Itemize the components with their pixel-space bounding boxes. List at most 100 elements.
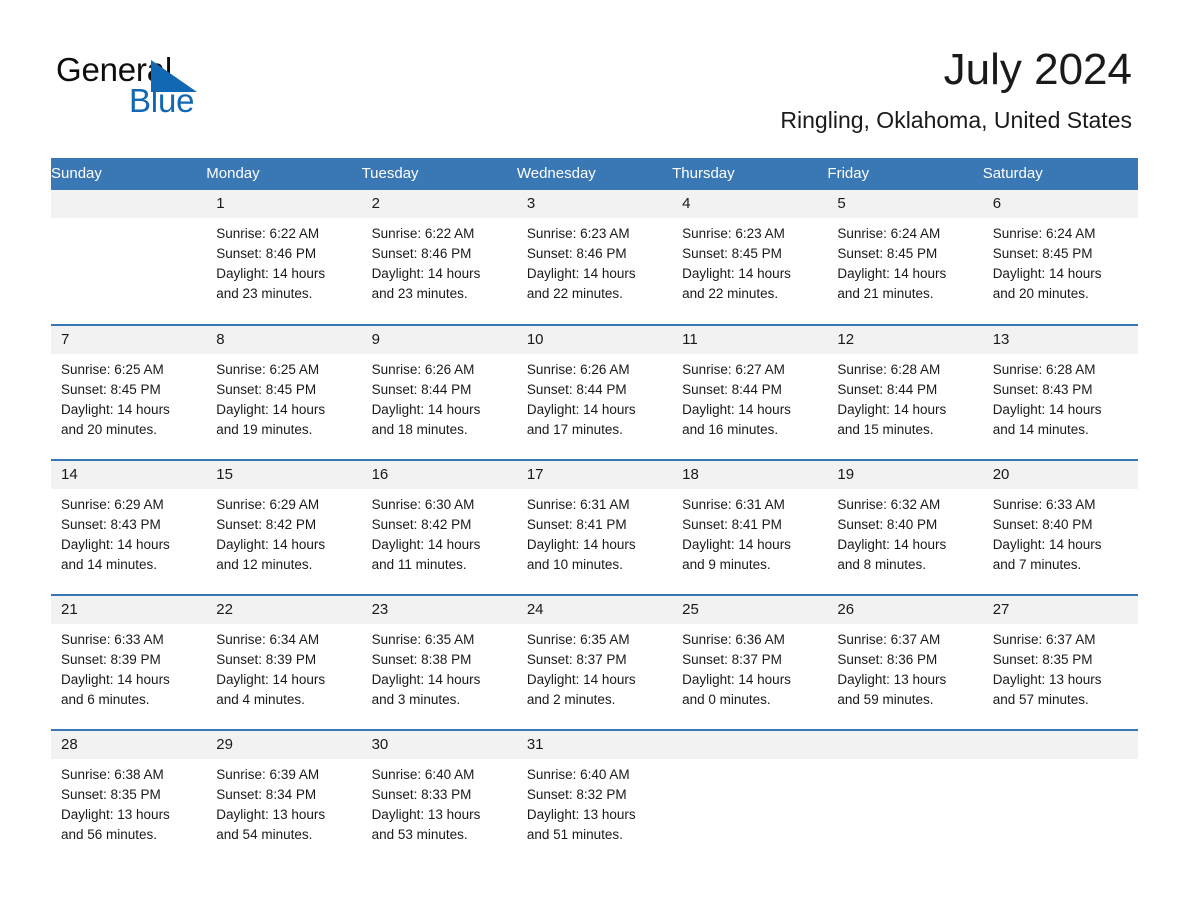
daylight-text-line1: Daylight: 14 hours: [682, 266, 791, 281]
day-number: 23: [361, 596, 517, 624]
calendar-day-cell[interactable]: 19 Sunrise: 6:32 AM Sunset: 8:40 PM Dayligh…: [827, 459, 983, 595]
daylight-text-line2: and 4 minutes.: [216, 692, 305, 707]
calendar-day-cell[interactable]: 14 Sunrise: 6:29 AM Sunset: 8:43 PM Dayligh…: [51, 459, 207, 595]
daylight-text-line2: and 11 minutes.: [371, 557, 467, 572]
calendar-week-row: 28 Sunrise: 6:38 AM Sunset: 8:35 PM Dayligh…: [51, 729, 1138, 865]
calendar-day-cell[interactable]: 28 Sunrise: 6:38 AM Sunset: 8:35 PM Dayligh…: [51, 729, 207, 865]
calendar-page: General Blue July 2024 Ringling, Oklahom…: [0, 0, 1188, 918]
calendar-day-cell[interactable]: 2 Sunrise: 6:22 AM Sunset: 8:46 PM Daylight…: [361, 190, 517, 325]
day-details: Sunrise: 6:30 AM Sunset: 8:42 PM Daylight:…: [362, 489, 517, 575]
calendar-day-cell[interactable]: 29 Sunrise: 6:39 AM Sunset: 8:34 PM Dayligh…: [206, 729, 362, 865]
day-number: 1: [206, 190, 362, 218]
day-number: 24: [516, 596, 673, 624]
daylight-text-line2: and 7 minutes.: [992, 557, 1082, 572]
calendar-day-cell[interactable]: 4 Sunrise: 6:23 AM Sunset: 8:45 PM Daylight…: [672, 190, 828, 325]
sunrise-text: Sunrise: 6:28 AM: [992, 362, 1096, 377]
daylight-text-line2: and 19 minutes.: [216, 422, 313, 437]
day-details: Sunrise: 6:24 AM Sunset: 8:45 PM Daylight:…: [983, 218, 1138, 304]
day-details: [51, 218, 206, 224]
calendar-day-cell[interactable]: 16 Sunrise: 6:30 AM Sunset: 8:42 PM Dayligh…: [361, 459, 517, 595]
daylight-text-line1: Daylight: 14 hours: [61, 402, 170, 417]
day-details: Sunrise: 6:38 AM Sunset: 8:35 PM Daylight:…: [51, 759, 206, 845]
calendar-day-cell[interactable]: 23 Sunrise: 6:35 AM Sunset: 8:38 PM Dayligh…: [361, 594, 517, 730]
calendar-day-cell[interactable]: 5 Sunrise: 6:24 AM Sunset: 8:45 PM Daylight…: [827, 190, 983, 325]
calendar-day-cell[interactable]: 10 Sunrise: 6:26 AM Sunset: 8:44 PM Dayligh…: [516, 324, 673, 460]
day-cell-inner: [827, 731, 983, 865]
sunset-text: Sunset: 8:43 PM: [992, 382, 1093, 397]
day-number: 28: [51, 731, 207, 759]
day-number: 14: [51, 461, 207, 489]
day-number: 17: [516, 461, 673, 489]
calendar-week-row: 7 Sunrise: 6:25 AM Sunset: 8:45 PM Daylight…: [51, 324, 1138, 460]
calendar-day-cell[interactable]: 8 Sunrise: 6:25 AM Sunset: 8:45 PM Daylight…: [206, 324, 362, 460]
daylight-text-line2: and 22 minutes.: [682, 286, 779, 301]
calendar-day-cell[interactable]: 18 Sunrise: 6:31 AM Sunset: 8:41 PM Dayligh…: [672, 459, 828, 595]
day-number: 10: [516, 326, 673, 354]
sunset-text: Sunset: 8:41 PM: [526, 517, 627, 532]
day-details: Sunrise: 6:40 AM Sunset: 8:32 PM Daylight:…: [517, 759, 672, 845]
daylight-text-line2: and 18 minutes.: [371, 422, 468, 437]
day-details: Sunrise: 6:29 AM Sunset: 8:43 PM Daylight:…: [51, 489, 206, 575]
sunrise-text: Sunrise: 6:23 AM: [526, 226, 630, 241]
daylight-text-line2: and 23 minutes.: [371, 286, 468, 301]
daylight-text-line2: and 59 minutes.: [837, 692, 934, 707]
daylight-text-line2: and 16 minutes.: [682, 422, 779, 437]
calendar-day-cell[interactable]: 21 Sunrise: 6:33 AM Sunset: 8:39 PM Dayligh…: [51, 594, 207, 730]
daylight-text-line1: Daylight: 14 hours: [837, 537, 947, 552]
sunset-text: Sunset: 8:44 PM: [371, 382, 472, 397]
day-number: 21: [51, 596, 207, 624]
calendar-day-cell[interactable]: 13 Sunrise: 6:28 AM Sunset: 8:43 PM Dayligh…: [982, 324, 1138, 460]
calendar-day-cell[interactable]: 20 Sunrise: 6:33 AM Sunset: 8:40 PM Dayligh…: [982, 459, 1138, 595]
sunset-text: Sunset: 8:39 PM: [61, 652, 161, 667]
day-cell-inner: 10 Sunrise: 6:26 AM Sunset: 8:44 PM Dayligh…: [516, 326, 673, 459]
sunrise-text: Sunrise: 6:29 AM: [216, 497, 320, 512]
sunrise-text: Sunrise: 6:31 AM: [526, 497, 630, 512]
sunrise-text: Sunrise: 6:37 AM: [837, 632, 941, 647]
daylight-text-line1: Daylight: 14 hours: [526, 402, 636, 417]
day-details: Sunrise: 6:26 AM Sunset: 8:44 PM Daylight:…: [362, 354, 517, 440]
calendar-week-row: 14 Sunrise: 6:29 AM Sunset: 8:43 PM Dayligh…: [51, 459, 1138, 595]
calendar-day-cell[interactable]: 22 Sunrise: 6:34 AM Sunset: 8:39 PM Dayligh…: [206, 594, 362, 730]
sunrise-text: Sunrise: 6:40 AM: [371, 767, 475, 782]
daylight-text-line1: Daylight: 13 hours: [837, 672, 947, 687]
day-number: 12: [827, 326, 983, 354]
day-details: Sunrise: 6:25 AM Sunset: 8:45 PM Daylight:…: [206, 354, 361, 440]
sunset-text: Sunset: 8:45 PM: [61, 382, 161, 397]
calendar-day-cell[interactable]: 7 Sunrise: 6:25 AM Sunset: 8:45 PM Daylight…: [51, 324, 207, 460]
day-details: Sunrise: 6:35 AM Sunset: 8:37 PM Daylight:…: [517, 624, 672, 710]
calendar-day-cell[interactable]: 26 Sunrise: 6:37 AM Sunset: 8:36 PM Dayligh…: [827, 594, 983, 730]
calendar-day-cell[interactable]: 9 Sunrise: 6:26 AM Sunset: 8:44 PM Daylight…: [361, 324, 517, 460]
day-number: 19: [827, 461, 983, 489]
general-blue-logo[interactable]: General Blue: [56, 52, 256, 124]
day-details: Sunrise: 6:26 AM Sunset: 8:44 PM Daylight:…: [517, 354, 672, 440]
calendar-day-cell[interactable]: 30 Sunrise: 6:40 AM Sunset: 8:33 PM Dayligh…: [361, 729, 517, 865]
sunrise-text: Sunrise: 6:29 AM: [61, 497, 164, 512]
calendar-day-cell[interactable]: 17 Sunrise: 6:31 AM Sunset: 8:41 PM Dayligh…: [516, 459, 673, 595]
sunrise-text: Sunrise: 6:35 AM: [526, 632, 630, 647]
day-details: Sunrise: 6:37 AM Sunset: 8:36 PM Daylight:…: [827, 624, 982, 710]
sunset-text: Sunset: 8:40 PM: [837, 517, 938, 532]
calendar-day-cell[interactable]: 3 Sunrise: 6:23 AM Sunset: 8:46 PM Daylight…: [516, 190, 673, 325]
calendar-day-cell[interactable]: 11 Sunrise: 6:27 AM Sunset: 8:44 PM Dayligh…: [672, 324, 828, 460]
daylight-text-line1: Daylight: 14 hours: [682, 537, 791, 552]
day-cell-inner: 3 Sunrise: 6:23 AM Sunset: 8:46 PM Daylight…: [516, 190, 673, 324]
day-details: Sunrise: 6:37 AM Sunset: 8:35 PM Daylight:…: [983, 624, 1138, 710]
day-number: 26: [827, 596, 983, 624]
calendar-day-cell[interactable]: 24 Sunrise: 6:35 AM Sunset: 8:37 PM Dayligh…: [516, 594, 673, 730]
calendar-day-cell[interactable]: 1 Sunrise: 6:22 AM Sunset: 8:46 PM Daylight…: [206, 190, 362, 325]
daylight-text-line1: Daylight: 14 hours: [992, 266, 1102, 281]
sunrise-text: Sunrise: 6:39 AM: [216, 767, 320, 782]
calendar-day-cell[interactable]: 12 Sunrise: 6:28 AM Sunset: 8:44 PM Dayligh…: [827, 324, 983, 460]
calendar-day-cell[interactable]: 6 Sunrise: 6:24 AM Sunset: 8:45 PM Daylight…: [982, 190, 1138, 325]
day-number: 13: [982, 326, 1138, 354]
page-header: General Blue July 2024 Ringling, Oklahom…: [0, 0, 1188, 156]
calendar-day-cell[interactable]: 15 Sunrise: 6:29 AM Sunset: 8:42 PM Dayligh…: [206, 459, 362, 595]
daylight-text-line1: Daylight: 13 hours: [992, 672, 1102, 687]
sunset-text: Sunset: 8:37 PM: [526, 652, 627, 667]
day-number: 3: [516, 190, 673, 218]
sunset-text: Sunset: 8:44 PM: [682, 382, 782, 397]
calendar-day-cell[interactable]: 27 Sunrise: 6:37 AM Sunset: 8:35 PM Dayligh…: [982, 594, 1138, 730]
calendar-day-cell[interactable]: 31 Sunrise: 6:40 AM Sunset: 8:32 PM Dayligh…: [516, 729, 673, 865]
calendar-day-cell[interactable]: 25 Sunrise: 6:36 AM Sunset: 8:37 PM Dayligh…: [672, 594, 828, 730]
daylight-text-line2: and 6 minutes.: [61, 692, 150, 707]
